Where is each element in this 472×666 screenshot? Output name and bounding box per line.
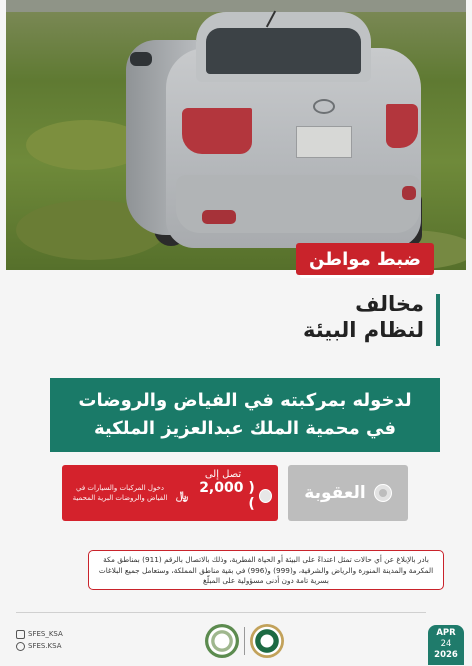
coin-icon: [258, 489, 272, 503]
violation-description: لدخوله بمركبته في الفياض والروضات في محم…: [50, 378, 440, 452]
title-accent-bar: [436, 294, 440, 346]
penalty-value-box: تصل إلى ( 2,000 ) ﷼ دخول المركبات والسيا…: [62, 465, 278, 521]
notice-text: بادر بالإبلاغ عن أي حالات تمثل اعتداءً ع…: [98, 555, 434, 585]
penalty-label: العقوبة: [304, 483, 366, 503]
penalty-icon: [373, 484, 392, 502]
environment-emblem-icon: [205, 624, 239, 658]
instagram-icon: [16, 641, 25, 651]
title-line2: لنظام البيئة: [302, 318, 424, 342]
penalty-reach: تصل إلى: [204, 469, 242, 480]
page: ضبط مواطن مخالف لنظام البيئة لدخوله بمرك…: [0, 0, 472, 666]
date-year: 2026: [434, 650, 458, 660]
penalty-amount: ( 2,000 ) ﷼: [176, 480, 272, 512]
currency-symbol: ﷼: [176, 489, 189, 502]
penalty-note: دخول المركبات والسيارات في الفياض والروض…: [72, 484, 168, 502]
car-photo: [6, 0, 466, 270]
social-x[interactable]: SFES_KSA: [16, 628, 63, 640]
x-logo-icon: [16, 629, 25, 639]
violation-title: مخالف لنظام البيئة: [250, 292, 440, 352]
ministry-emblem-icon: [250, 624, 284, 658]
social-x-handle: SFES_KSA: [28, 630, 63, 638]
social-instagram[interactable]: SFES.KSA: [16, 640, 63, 652]
date-badge: APR 24 2026: [428, 625, 464, 665]
penalty-amount-value: ( 2,000 ): [199, 480, 255, 512]
date-month: APR: [436, 628, 456, 638]
title-line1: مخالف: [355, 292, 424, 316]
footer-divider: [16, 612, 426, 613]
citizen-caught-tag: ضبط مواطن: [296, 243, 434, 275]
banner-text: لدخوله بمركبته في الفياض والروضات في محم…: [78, 390, 412, 439]
report-notice: بادر بالإبلاغ عن أي حالات تمثل اعتداءً ع…: [88, 550, 444, 590]
social-handles: SFES_KSA SFES.KSA: [16, 628, 63, 652]
logo-separator: [244, 627, 245, 655]
penalty-label-box: العقوبة: [288, 465, 408, 521]
social-ig-handle: SFES.KSA: [28, 642, 62, 650]
tag-label: ضبط مواطن: [308, 248, 422, 270]
date-day: 24: [440, 639, 452, 649]
